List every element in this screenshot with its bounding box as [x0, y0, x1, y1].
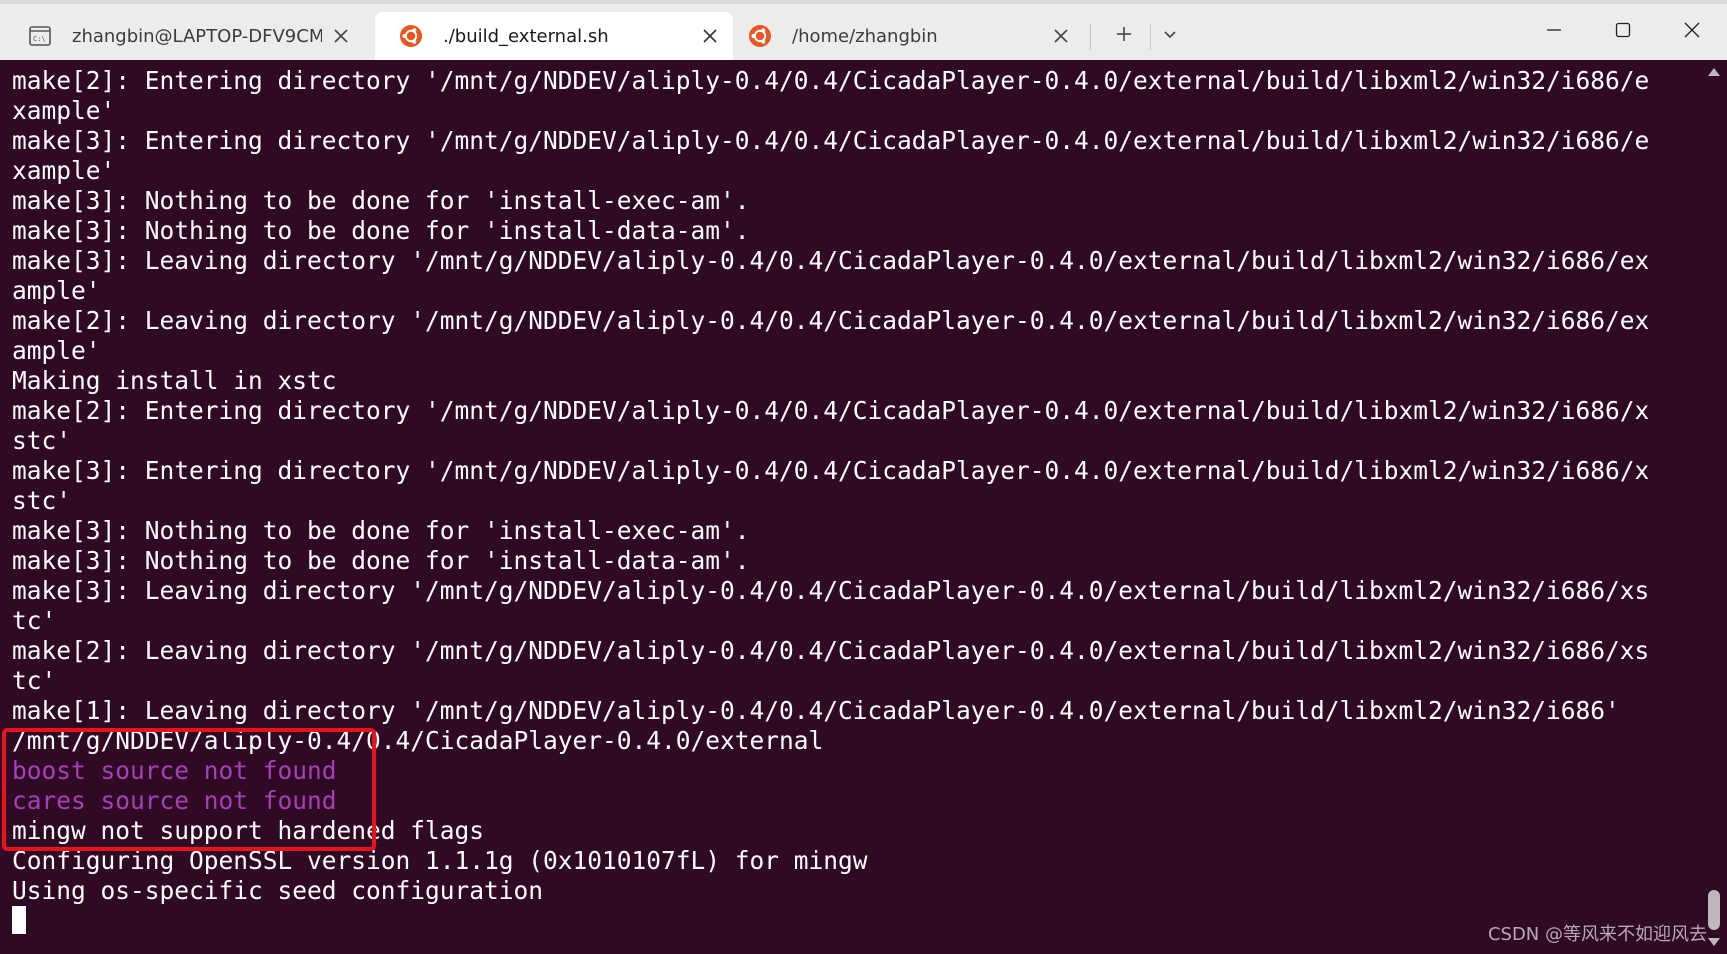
terminal-line: mingw not support hardened flags [12, 816, 485, 845]
minimize-button[interactable] [1524, 8, 1584, 52]
csdn-watermark: CSDN @等风来不如迎风去 [1487, 924, 1707, 945]
ubuntu-icon [400, 25, 422, 47]
console-icon: C:\ [29, 26, 51, 46]
tab-separator [1090, 24, 1091, 50]
terminal-line: make[3]: Leaving directory '/mnt/g/NDDEV… [12, 246, 1650, 275]
terminal-line: make[2]: Leaving directory '/mnt/g/NDDEV… [12, 636, 1650, 665]
tab-console[interactable]: C:\ zhangbin@LAPTOP-DFV9CMR [4, 12, 364, 60]
vertical-scrollbar[interactable] [1700, 60, 1727, 954]
terminal-prompt-line[interactable] [12, 906, 1700, 936]
terminal-line: make[2]: Entering directory '/mnt/g/NDDE… [12, 396, 1650, 425]
ubuntu-icon [749, 25, 771, 47]
close-icon[interactable] [701, 27, 719, 45]
tab-label: zhangbin@LAPTOP-DFV9CMR [72, 25, 322, 47]
maximize-button[interactable] [1593, 8, 1653, 52]
terminal-line-warning: cares source not found [12, 786, 337, 815]
title-bar-top-strip [0, 0, 1727, 4]
maximize-icon [1615, 22, 1631, 38]
terminal-line: Configuring OpenSSL version 1.1.1g (0x10… [12, 846, 868, 875]
minimize-icon [1547, 29, 1561, 31]
svg-text:C:\: C:\ [33, 35, 46, 43]
terminal-line: tc' [12, 666, 57, 695]
terminal-line: make[3]: Nothing to be done for 'install… [12, 516, 750, 545]
terminal-line-warning: boost source not found [12, 756, 337, 785]
scroll-down-arrow-icon[interactable] [1708, 938, 1720, 946]
chevron-down-icon [1164, 31, 1176, 39]
terminal-line: stc' [12, 486, 72, 515]
terminal-line: ample' [12, 276, 101, 305]
new-tab-button[interactable] [1104, 14, 1144, 54]
terminal-line: xample' [12, 96, 116, 125]
terminal-line: make[3]: Leaving directory '/mnt/g/NDDEV… [12, 576, 1650, 605]
terminal-line: make[3]: Entering directory '/mnt/g/NDDE… [12, 126, 1650, 155]
tab-build-external[interactable]: ./build_external.sh [375, 12, 733, 60]
terminal-line: make[3]: Entering directory '/mnt/g/NDDE… [12, 456, 1650, 485]
terminal-line: tc' [12, 606, 57, 635]
text-cursor [12, 906, 26, 934]
window-close-button[interactable] [1662, 8, 1722, 52]
plus-icon [1117, 27, 1131, 41]
title-bar: C:\ zhangbin@LAPTOP-DFV9CMR ./build_exte… [0, 0, 1727, 60]
scroll-up-arrow-icon[interactable] [1708, 68, 1720, 76]
close-icon[interactable] [332, 27, 350, 45]
close-icon[interactable] [1052, 27, 1070, 45]
scrollbar-thumb[interactable] [1708, 890, 1720, 930]
terminal-line: make[1]: Leaving directory '/mnt/g/NDDEV… [12, 696, 1620, 725]
terminal-line: stc' [12, 426, 72, 455]
terminal-line: make[2]: Entering directory '/mnt/g/NDDE… [12, 66, 1650, 95]
terminal-line: make[3]: Nothing to be done for 'install… [12, 546, 750, 575]
terminal-line: Using os-specific seed configuration [12, 876, 544, 905]
terminal-line: Making install in xstc [12, 366, 337, 395]
terminal-window: C:\ zhangbin@LAPTOP-DFV9CMR ./build_exte… [0, 0, 1727, 954]
close-icon [1684, 22, 1700, 38]
tab-dropdown-button[interactable] [1150, 14, 1190, 54]
terminal-line: make[3]: Nothing to be done for 'install… [12, 216, 750, 245]
terminal-line: /mnt/g/NDDEV/aliply-0.4/0.4/CicadaPlayer… [12, 726, 824, 755]
terminal-output[interactable]: make[2]: Entering directory '/mnt/g/NDDE… [0, 60, 1700, 954]
terminal-line: xample' [12, 156, 116, 185]
tab-label: /home/zhangbin [792, 25, 938, 47]
tab-label: ./build_external.sh [443, 25, 609, 47]
tab-home-zhangbin[interactable]: /home/zhangbin [724, 12, 1084, 60]
terminal-line: make[3]: Nothing to be done for 'install… [12, 186, 750, 215]
terminal-line: make[2]: Leaving directory '/mnt/g/NDDEV… [12, 306, 1650, 335]
terminal-line: ample' [12, 336, 101, 365]
